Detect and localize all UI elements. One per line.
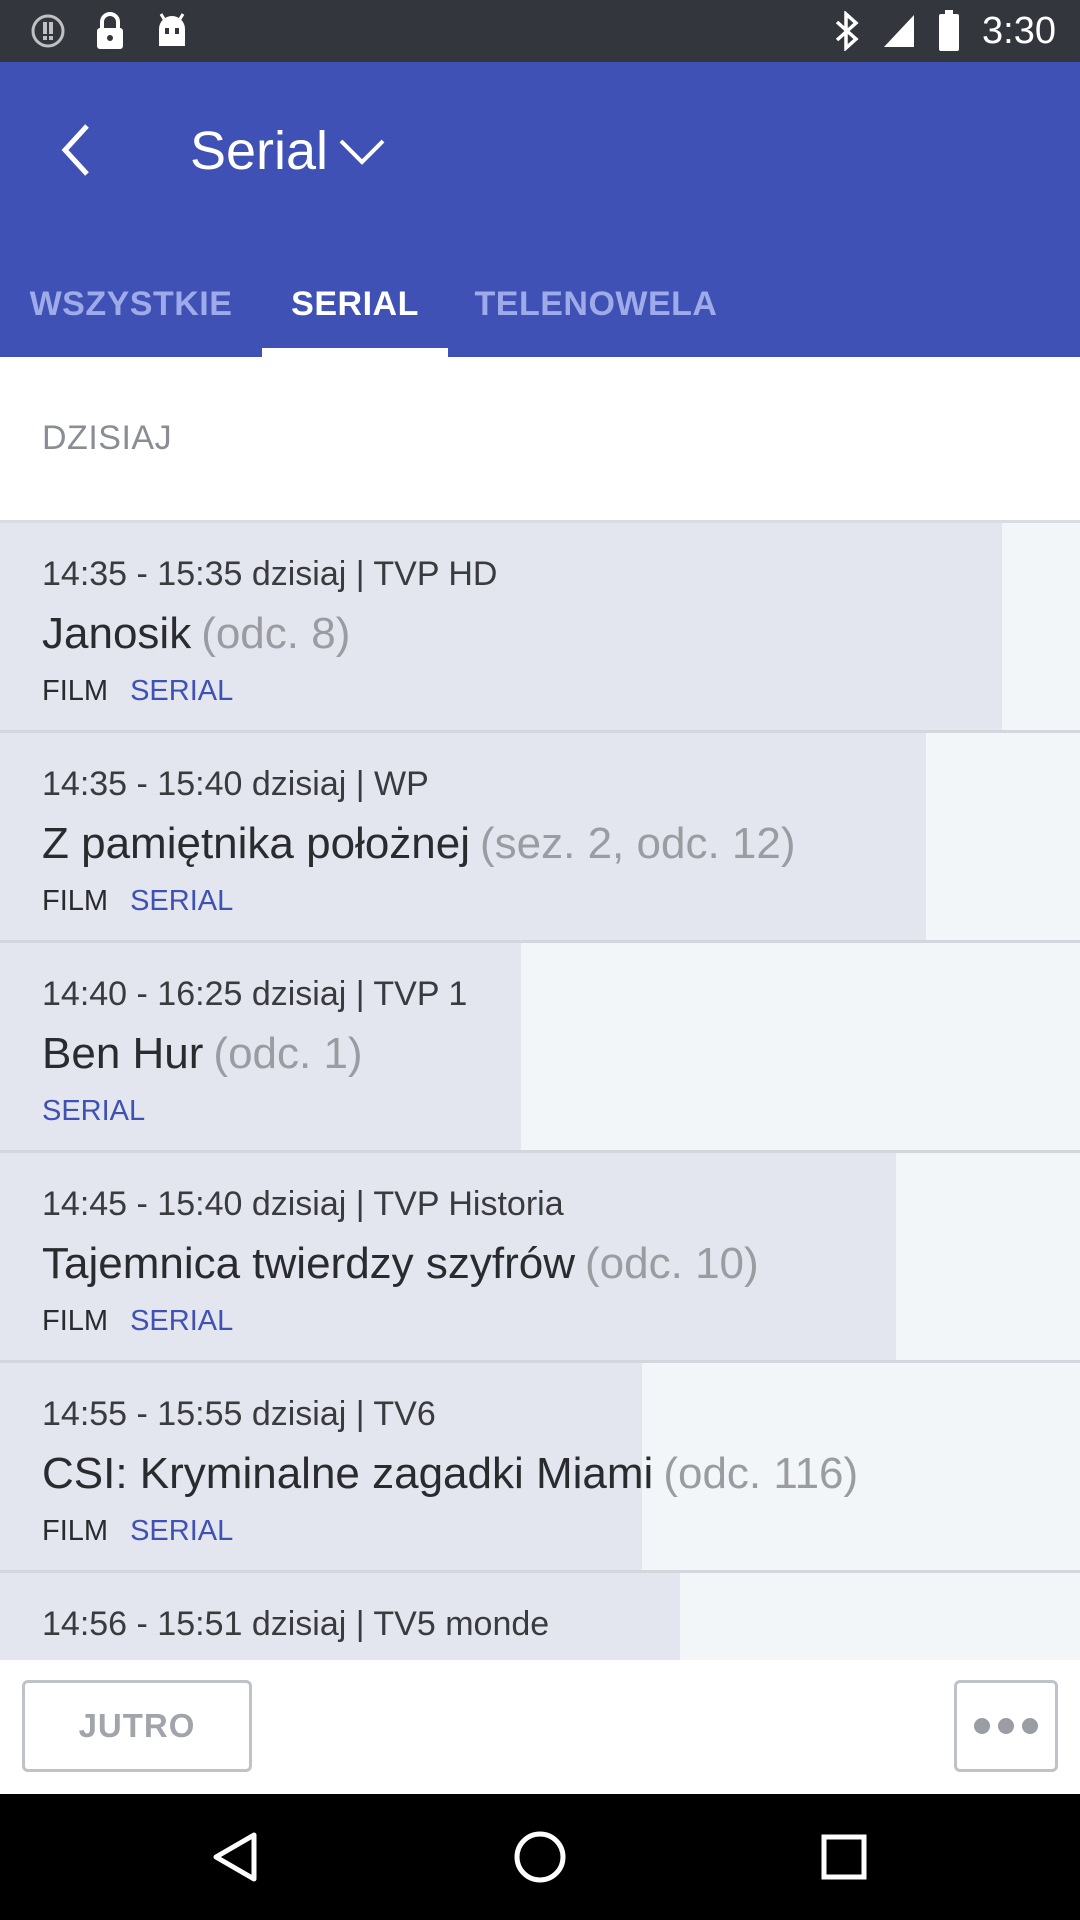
program-episode: (odc. 8) xyxy=(201,609,351,658)
more-horizontal-icon xyxy=(974,1718,990,1734)
nav-home-button[interactable] xyxy=(500,1817,580,1897)
tag-film: FILM xyxy=(42,1515,109,1547)
chevron-left-icon xyxy=(61,124,89,176)
program-title: CSI: Kryminalne zagadki Miami xyxy=(42,1449,654,1498)
program-item[interactable]: 14:35 - 15:35 dzisiaj | TVP HD Janosik (o… xyxy=(0,523,1080,733)
nav-back-button[interactable] xyxy=(196,1817,276,1897)
program-item[interactable]: 14:40 - 16:25 dzisiaj | TVP 1 Ben Hur (od… xyxy=(0,943,1080,1153)
more-horizontal-icon xyxy=(998,1718,1014,1734)
status-bar-time: 3:30 xyxy=(982,9,1056,52)
program-time: 14:40 - 16:25 dzisiaj | TVP 1 xyxy=(42,975,468,1013)
program-title: Janosik xyxy=(42,609,192,658)
page-title: Serial xyxy=(190,121,329,181)
program-episode: (odc. 10) xyxy=(585,1239,759,1288)
category-dropdown[interactable]: Serial xyxy=(190,106,386,196)
program-time: 14:45 - 15:40 dzisiaj | TVP Historia xyxy=(42,1185,564,1223)
program-title: Z pamiętnika położnej xyxy=(42,819,471,868)
tomorrow-button[interactable]: JUTRO xyxy=(22,1680,252,1772)
tag-serial: SERIAL xyxy=(130,885,234,917)
signal-icon xyxy=(882,13,916,49)
tab-telenowela[interactable]: TELENOWELA xyxy=(448,252,744,357)
program-item[interactable]: 14:56 - 15:51 dzisiaj | TV5 monde xyxy=(0,1573,1080,1660)
program-episode: (sez. 2, odc. 12) xyxy=(480,819,796,868)
program-time: 14:56 - 15:51 dzisiaj | TV5 monde xyxy=(42,1605,550,1643)
tag-film: FILM xyxy=(42,885,109,917)
program-time: 14:55 - 15:55 dzisiaj | TV6 xyxy=(42,1395,436,1433)
bottom-action-bar: JUTRO xyxy=(0,1660,1080,1794)
tab-wszystkie[interactable]: WSZYSTKIE xyxy=(0,252,262,357)
alert-circle-icon xyxy=(30,13,66,49)
tag-serial: SERIAL xyxy=(130,675,234,707)
chevron-down-icon xyxy=(339,139,385,165)
status-bar-system: 3:30 xyxy=(834,8,1056,54)
section-header: DZISIAJ xyxy=(0,357,1080,523)
program-episode: (odc. 116) xyxy=(663,1449,859,1498)
app-bar: Serial WSZYSTKIE SERIAL TELENOWELA xyxy=(0,62,1080,357)
section-label-today: DZISIAJ xyxy=(42,419,173,457)
nav-home-icon xyxy=(514,1831,566,1883)
bluetooth-icon xyxy=(834,11,860,51)
program-item[interactable]: 14:45 - 15:40 dzisiaj | TVP Historia Taj… xyxy=(0,1153,1080,1363)
active-tab-indicator xyxy=(262,348,448,357)
tag-film: FILM xyxy=(42,1305,109,1337)
program-list[interactable]: 14:35 - 15:35 dzisiaj | TVP HD Janosik (o… xyxy=(0,523,1080,1660)
android-icon xyxy=(154,13,190,49)
system-navigation-bar xyxy=(0,1794,1080,1920)
tag-serial: SERIAL xyxy=(130,1305,234,1337)
tag-serial: SERIAL xyxy=(130,1515,234,1547)
more-horizontal-icon xyxy=(1022,1718,1038,1734)
program-item[interactable]: 14:55 - 15:55 dzisiaj | TV6 CSI: Krymina… xyxy=(0,1363,1080,1573)
nav-recent-apps-icon xyxy=(821,1834,867,1880)
status-bar: 3:30 xyxy=(0,0,1080,62)
battery-icon xyxy=(938,10,960,52)
nav-back-icon xyxy=(213,1832,257,1882)
lock-icon xyxy=(94,11,126,51)
program-item[interactable]: 14:35 - 15:40 dzisiaj | WP Z pamiętnika … xyxy=(0,733,1080,943)
category-tabs: WSZYSTKIE SERIAL TELENOWELA xyxy=(0,252,1080,357)
back-button[interactable] xyxy=(40,100,110,200)
tag-serial: SERIAL xyxy=(42,1095,146,1127)
tab-serial[interactable]: SERIAL xyxy=(262,252,448,357)
tag-film: FILM xyxy=(42,675,109,707)
program-time: 14:35 - 15:35 dzisiaj | TVP HD xyxy=(42,555,498,593)
more-options-button[interactable] xyxy=(954,1680,1058,1772)
program-title: Ben Hur xyxy=(42,1029,204,1078)
program-episode: (odc. 1) xyxy=(213,1029,363,1078)
program-title: Tajemnica twierdzy szyfrów xyxy=(42,1239,576,1288)
program-time: 14:35 - 15:40 dzisiaj | WP xyxy=(42,765,429,803)
status-bar-notifications xyxy=(30,10,190,52)
nav-recent-apps-button[interactable] xyxy=(804,1817,884,1897)
